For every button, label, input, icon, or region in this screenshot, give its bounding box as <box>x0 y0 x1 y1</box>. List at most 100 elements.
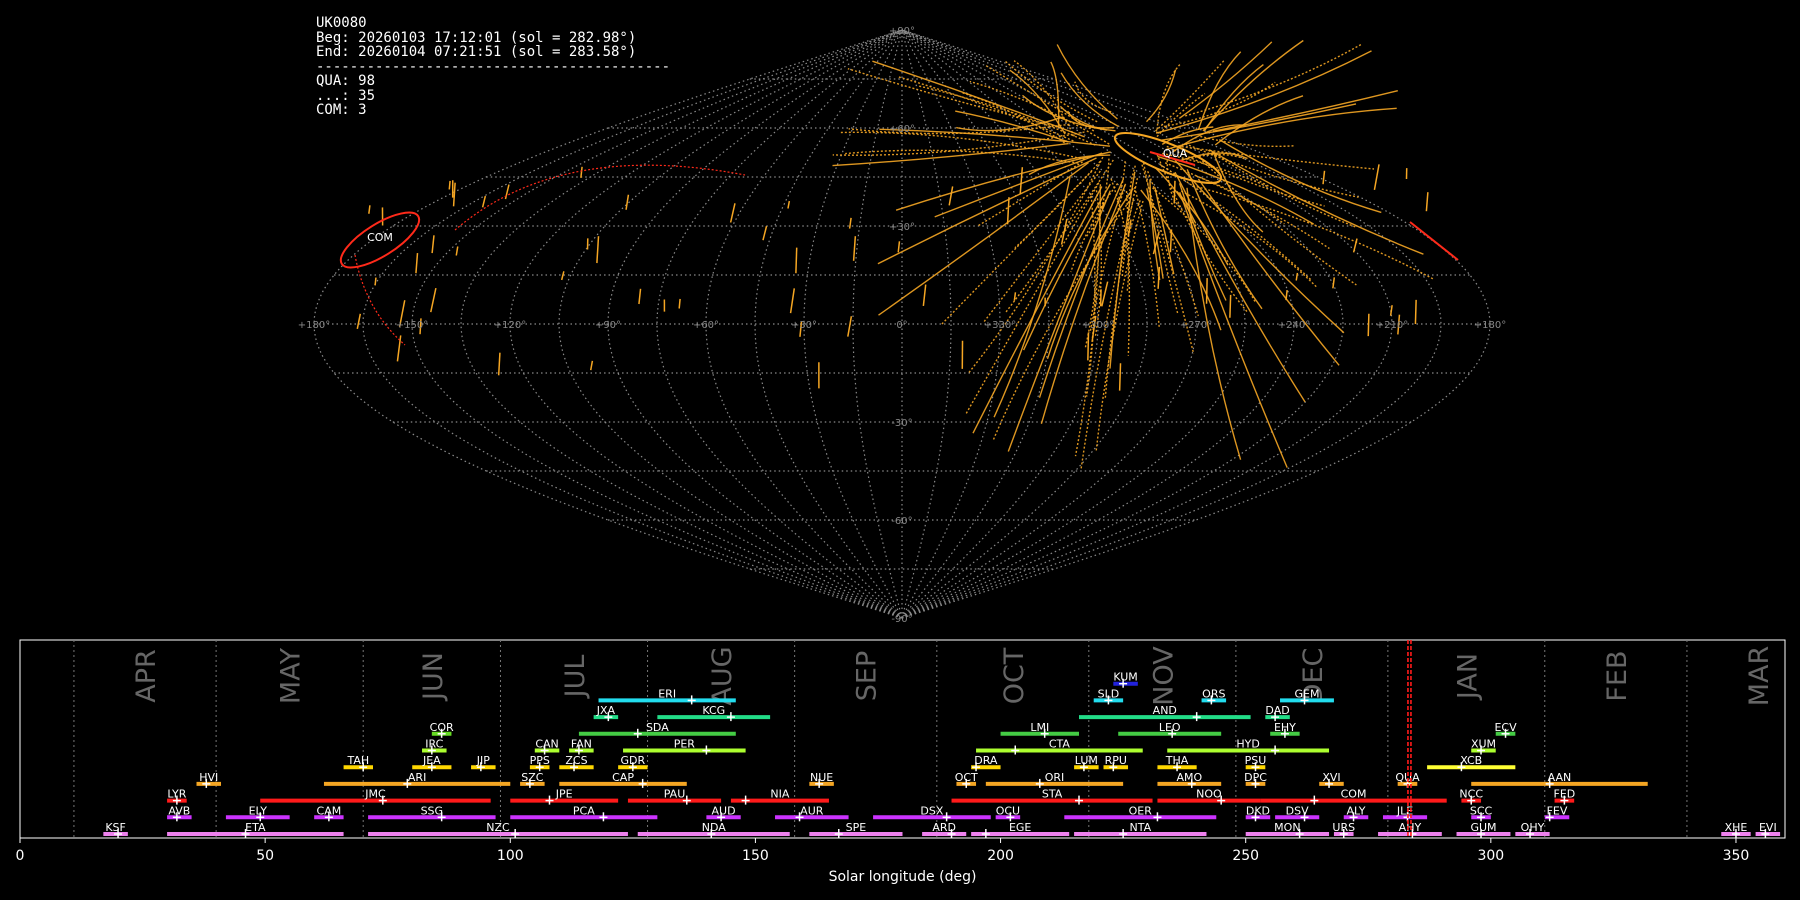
shower-jpe: JPE <box>510 788 619 805</box>
shower-aud: AUD <box>706 804 741 822</box>
shower-label: ARI <box>408 771 426 784</box>
shower-label: LMI <box>1030 721 1049 734</box>
meteor-trail <box>1174 171 1306 403</box>
meteor-streak <box>455 246 459 256</box>
meteor-streak <box>1229 294 1232 318</box>
shower-nzc: NZC <box>368 821 628 838</box>
shower-pau: PAU <box>627 788 722 805</box>
meteor-streak <box>922 284 927 306</box>
meteor-streak <box>762 226 768 241</box>
shower-label: ECV <box>1494 721 1517 734</box>
shower-label: SCC <box>1470 804 1493 817</box>
shower-label: JMC <box>364 788 386 801</box>
shower-label: ZCS <box>565 754 587 767</box>
shower-label: AND <box>1153 704 1177 717</box>
longitude-label: +330° <box>984 320 1016 331</box>
longitude-label: +90° <box>595 320 621 331</box>
shower-label: LEO <box>1159 721 1181 734</box>
shower-avb: AVB <box>167 804 192 822</box>
meteor-trail <box>1059 105 1107 131</box>
month-label: FEB <box>1602 650 1633 701</box>
longitude-label: +210° <box>1376 320 1408 331</box>
meteor-trail <box>1156 63 1182 134</box>
shower-gum: GUM <box>1456 821 1511 838</box>
shower-sta: STA <box>951 788 1153 805</box>
shower-jle: JLE <box>1382 804 1428 822</box>
shower-label: JPE <box>555 788 573 801</box>
shower-and: AND <box>1079 704 1251 722</box>
shower-com: COM <box>1260 788 1447 805</box>
shower-tha: THA <box>1157 754 1197 772</box>
shower-label: EVI <box>1759 821 1777 834</box>
radiant-label-com: COM <box>367 231 393 244</box>
month-label: JAN <box>1452 653 1483 701</box>
shower-label: SSG <box>421 804 444 817</box>
meteor-streak <box>560 271 565 281</box>
shower-hvi: HVI <box>196 771 222 788</box>
shower-label: GUM <box>1470 821 1496 834</box>
shower-ehy: EHY <box>1270 721 1300 738</box>
shower-pca: PCA <box>510 804 658 822</box>
latitude-label: -30° <box>891 418 912 429</box>
meteor-streak <box>625 194 630 210</box>
shower-label: CAP <box>612 771 634 784</box>
month-label: SEP <box>852 651 883 701</box>
shower-label: JIP <box>476 754 490 767</box>
meteor-streak <box>1425 192 1429 212</box>
shower-label: EGE <box>1009 821 1031 834</box>
shower-kum: KUM <box>1113 671 1138 688</box>
shower-label: AAN <box>1548 771 1572 784</box>
shower-eta: ETA <box>167 821 344 838</box>
com-trail <box>354 254 406 346</box>
x-tick-label: 100 <box>497 848 524 864</box>
shower-label: MON <box>1274 821 1300 834</box>
month-label: APR <box>131 649 162 703</box>
meteor-streak <box>1322 170 1326 185</box>
latitude-label: -60° <box>891 516 912 527</box>
shower-ors: ORS <box>1201 687 1227 705</box>
shower-label: LYR <box>167 788 186 801</box>
meteor-trail <box>1178 183 1227 301</box>
shower-label: NDA <box>702 821 727 834</box>
shower-label: ALY <box>1347 804 1366 817</box>
shower-oer: OER <box>1064 804 1217 822</box>
month-label: AUG <box>707 646 738 705</box>
shower-label: AHY <box>1399 821 1422 834</box>
meteor-trail <box>964 182 1100 416</box>
shower-label: AVB <box>168 804 190 817</box>
meteor-trail <box>1145 69 1177 123</box>
shower-jea: JEA <box>412 754 452 772</box>
meteor-streak <box>852 236 857 261</box>
shower-amo: AMO <box>1157 771 1222 788</box>
shower-label: RPU <box>1105 754 1127 767</box>
meteor-trail <box>1202 39 1304 132</box>
shower-lyr: LYR <box>167 788 187 805</box>
shower-label: URS <box>1332 821 1355 834</box>
shower-label: JEA <box>422 754 441 767</box>
meteor-streak <box>1367 313 1370 337</box>
shower-ecv: ECV <box>1494 721 1517 738</box>
meteor-streak <box>1285 289 1288 301</box>
shower-label: KUM <box>1113 671 1137 684</box>
meteor-streak <box>1173 180 1176 204</box>
meteor-streak <box>1013 292 1017 301</box>
shower-label: OHY <box>1521 821 1545 834</box>
shower-label: PER <box>674 738 696 751</box>
shower-label: ELY <box>249 804 268 817</box>
shower-label: AUD <box>712 804 736 817</box>
meteor-streak <box>589 360 594 371</box>
meteor-streak <box>1295 272 1299 281</box>
meteor-streak <box>356 313 362 330</box>
meteor-trail <box>1218 139 1382 214</box>
shower-label: HYD <box>1236 738 1259 751</box>
meteor-streak <box>497 352 501 376</box>
shower-ahy: AHY <box>1378 821 1442 838</box>
shower-xum: XUM <box>1471 738 1496 755</box>
x-tick-label: 50 <box>256 848 274 864</box>
meteor-streak <box>430 287 437 313</box>
shower-lmi: LMI <box>1000 721 1079 738</box>
begin-time: Beg: 20260103 17:12:01 (sol = 282.98°) <box>316 29 637 46</box>
shower-label: TAH <box>346 754 369 767</box>
shower-label: KCG <box>702 704 725 717</box>
longitude-labels: +180° +150° +120° +90° +60° +30° 0° +330° +300° +… <box>298 320 1506 331</box>
